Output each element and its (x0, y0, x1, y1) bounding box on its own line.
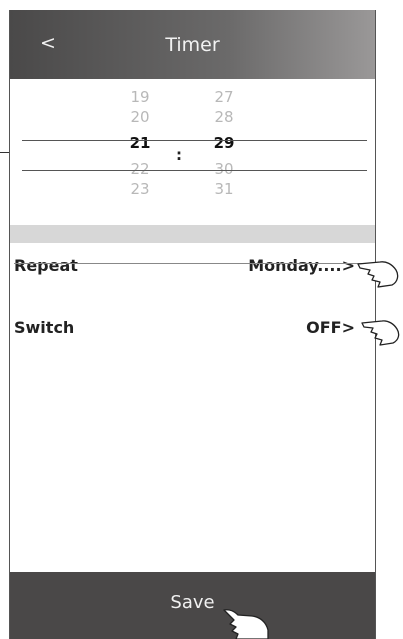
repeat-label: Repeat (14, 256, 78, 275)
header-bar: < Timer (10, 10, 375, 79)
phone-screen: < Timer 19 20 21 22 23 : 27 28 29 30 31 … (9, 10, 376, 639)
repeat-row[interactable]: Repeat Monday....> (10, 248, 375, 284)
row-divider (14, 263, 365, 264)
save-button[interactable]: Save (10, 572, 375, 639)
page-title: Timer (165, 34, 220, 56)
selection-line-bottom (22, 170, 367, 171)
pointing-hand-icon (223, 609, 269, 639)
time-separator: : (176, 146, 182, 164)
minute-option[interactable]: 27 (194, 87, 254, 107)
minute-wheel[interactable]: 27 28 29 30 31 (194, 87, 254, 199)
minute-option[interactable]: 28 (194, 107, 254, 127)
pointing-hand-icon (357, 261, 399, 288)
selection-line-top (22, 140, 367, 141)
switch-label: Switch (14, 318, 75, 337)
hour-option[interactable]: 22 (110, 159, 170, 179)
switch-value[interactable]: OFF> (306, 318, 355, 337)
hour-wheel[interactable]: 19 20 21 22 23 (110, 87, 170, 199)
minute-selected[interactable]: 29 (194, 127, 254, 159)
hour-option[interactable]: 20 (110, 107, 170, 127)
pointing-hand-icon (361, 320, 400, 346)
time-picker[interactable]: 19 20 21 22 23 : 27 28 29 30 31 (10, 79, 375, 225)
minute-option[interactable]: 30 (194, 159, 254, 179)
minute-option[interactable]: 31 (194, 179, 254, 199)
hour-option[interactable]: 23 (110, 179, 170, 199)
section-divider (10, 225, 375, 243)
repeat-value[interactable]: Monday....> (248, 256, 355, 275)
save-label: Save (170, 592, 215, 613)
switch-row[interactable]: Switch OFF> (10, 310, 375, 346)
hour-option[interactable]: 19 (110, 87, 170, 107)
hour-selected[interactable]: 21 (110, 127, 170, 159)
